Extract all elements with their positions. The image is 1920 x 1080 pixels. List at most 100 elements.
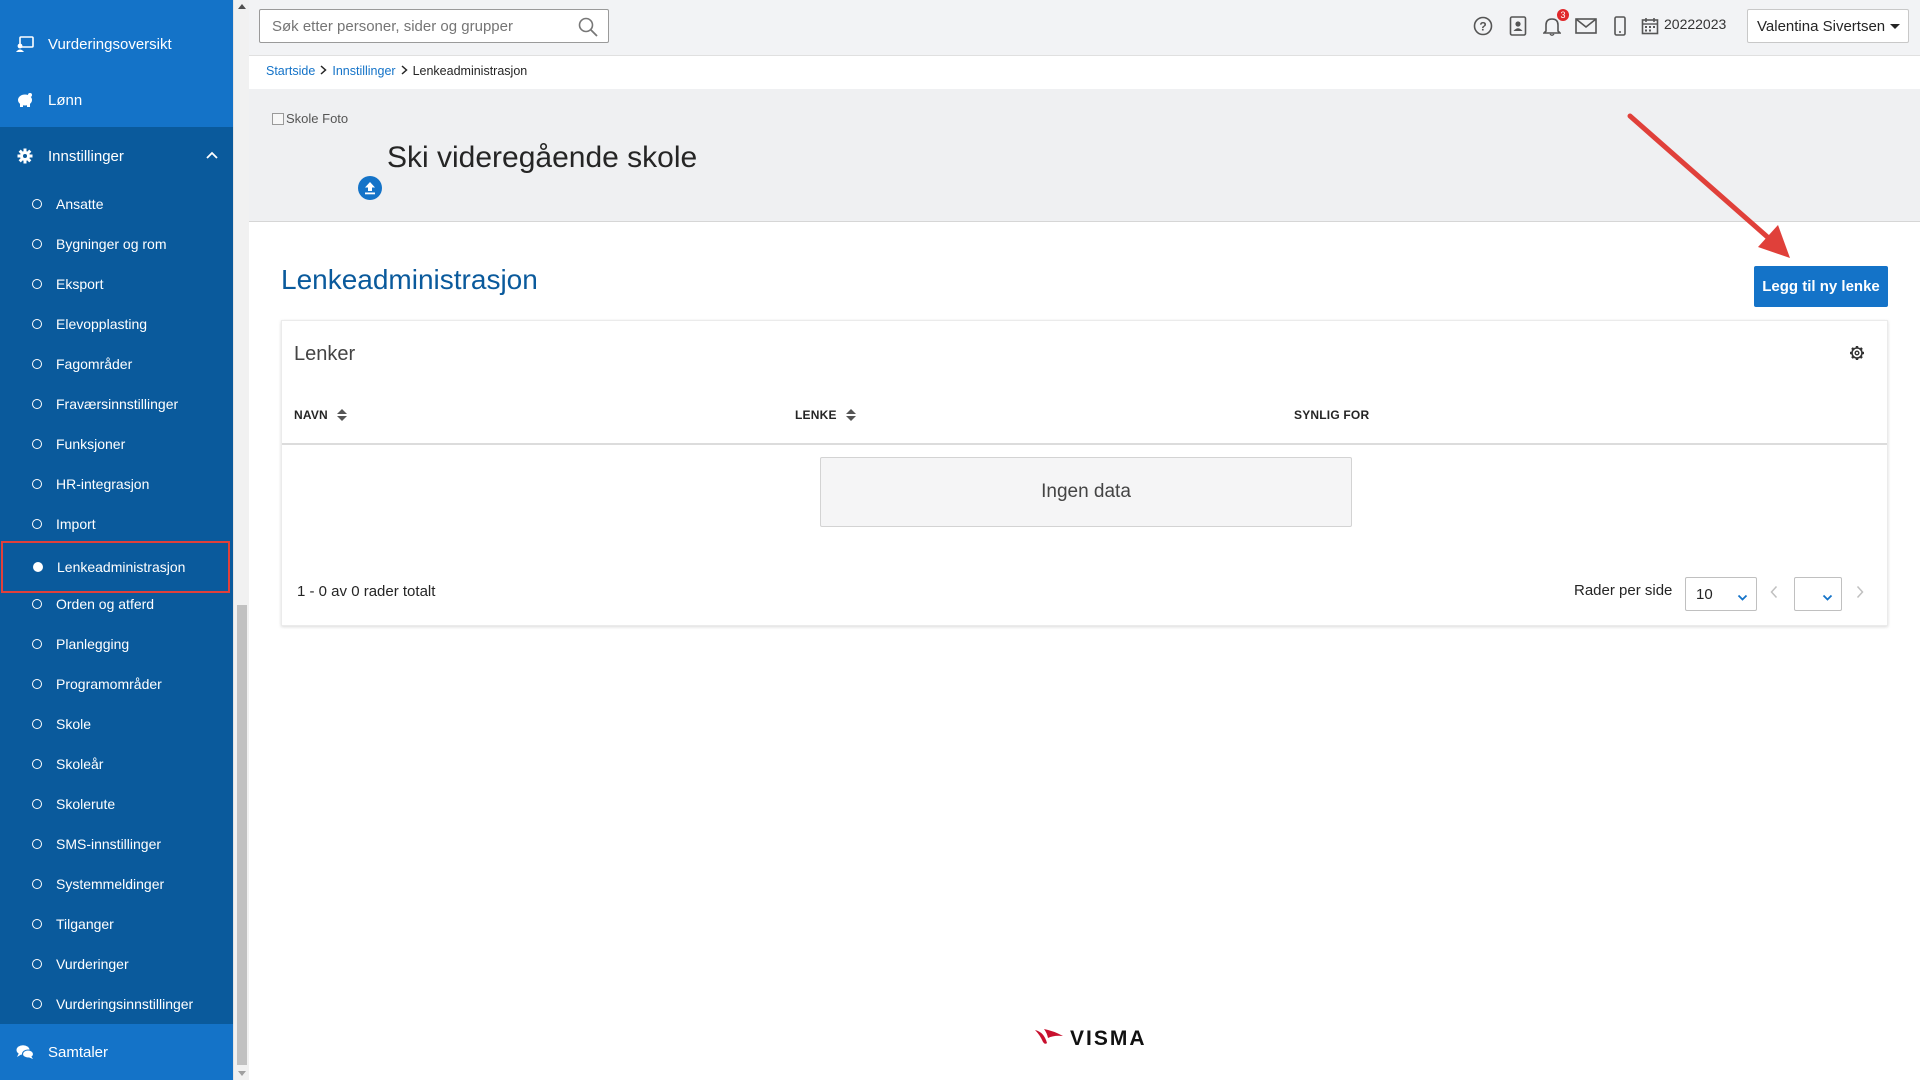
radio-dot-icon: [32, 999, 42, 1009]
sidebar-item-skolear[interactable]: Skoleår: [0, 744, 233, 784]
sidebar-item-label: Vurderingsoversikt: [48, 35, 172, 53]
sidebar-item-skole[interactable]: Skole: [0, 704, 233, 744]
column-header-label: SYNLIG FOR: [1294, 408, 1370, 422]
gear-icon[interactable]: [1849, 345, 1865, 366]
scroll-up-arrow-icon[interactable]: [238, 4, 246, 9]
upload-icon[interactable]: [358, 176, 382, 200]
radio-dot-icon: [32, 679, 42, 689]
next-page-icon[interactable]: [1856, 585, 1864, 604]
sidebar-scrollbar[interactable]: [233, 0, 249, 1080]
column-header-lenke[interactable]: LENKE: [795, 408, 856, 422]
panel-title: Lenker: [294, 343, 356, 365]
sidebar-item-systemmeldinger[interactable]: Systemmeldinger: [0, 864, 233, 904]
radio-dot-icon: [32, 959, 42, 969]
sidebar-item-label: Vurderinger: [56, 956, 129, 972]
school-photo-alt: Skole Foto: [286, 111, 349, 126]
sidebar-item-import[interactable]: Import: [0, 504, 233, 544]
chevron-down-icon: [1822, 589, 1833, 606]
sidebar-item-label: Funksjoner: [56, 436, 126, 452]
sidebar-item-label: Skoleår: [56, 756, 104, 772]
breadcrumb-home-link[interactable]: Startside: [266, 64, 315, 78]
radio-dot-icon: [32, 599, 42, 609]
radio-dot-icon: [32, 439, 42, 449]
chevron-down-icon: [1737, 589, 1748, 606]
column-header-navn[interactable]: NAVN: [294, 408, 347, 422]
sidebar-item-label: Fraværsinnstillinger: [56, 396, 179, 412]
sidebar-item-vurderingsinnstillinger[interactable]: Vurderingsinnstillinger: [0, 984, 233, 1024]
page-select[interactable]: [1794, 577, 1842, 611]
sidebar-item-label: Import: [56, 516, 96, 532]
sidebar-item-samtaler[interactable]: Samtaler: [0, 1024, 233, 1080]
sidebar-item-tilganger[interactable]: Tilganger: [0, 904, 233, 944]
sidebar-item-funksjoner[interactable]: Funksjoner: [0, 424, 233, 464]
sidebar-item-label: Lønn: [48, 91, 83, 109]
visma-logo: VISMA: [1034, 1026, 1147, 1051]
sidebar-item-planlegging[interactable]: Planlegging: [0, 624, 233, 664]
calendar-icon[interactable]: [1639, 15, 1661, 37]
sidebar-item-bygninger-og-rom[interactable]: Bygninger og rom: [0, 224, 233, 264]
sidebar-item-sms-innstillinger[interactable]: SMS-innstillinger: [0, 824, 233, 864]
sidebar-item-vurderingsoversikt[interactable]: Vurderingsoversikt: [0, 16, 233, 72]
sort-icon: [336, 409, 347, 421]
contact-card-icon[interactable]: [1507, 15, 1529, 37]
radio-dot-icon: [32, 519, 42, 529]
search-input[interactable]: [260, 10, 560, 42]
sidebar-item-ansatte[interactable]: Ansatte: [0, 184, 233, 224]
school-year-selector[interactable]: 20222023: [1664, 16, 1726, 32]
radio-dot-icon: [32, 639, 42, 649]
breadcrumb-parent-link[interactable]: Innstillinger: [332, 64, 395, 78]
sidebar-item-vurderinger[interactable]: Vurderinger: [0, 944, 233, 984]
scroll-down-arrow-icon[interactable]: [238, 1071, 246, 1076]
annotation-arrow-icon: [1627, 113, 1790, 258]
radio-dot-icon: [32, 479, 42, 489]
search-icon[interactable]: [578, 17, 598, 42]
sidebar-item-innstillinger[interactable]: Innstillinger: [0, 128, 233, 184]
sidebar-item-label: Systemmeldinger: [56, 876, 165, 892]
sidebar-item-fagomrader[interactable]: Fagområder: [0, 344, 233, 384]
school-name: Ski videregående skole: [387, 141, 698, 174]
breadcrumb: Startside Innstillinger Lenkeadministras…: [266, 64, 527, 78]
sidebar-item-label: Fagområder: [56, 356, 133, 372]
sidebar-item-label: Skole: [56, 716, 92, 732]
mobile-phone-icon[interactable]: [1609, 15, 1631, 37]
radio-dot-icon: [32, 799, 42, 809]
assessment-icon: [16, 35, 34, 53]
radio-dot-icon: [32, 279, 42, 289]
sidebar-item-label: Skolerute: [56, 796, 116, 812]
sidebar-item-label: Tilganger: [56, 916, 114, 932]
sidebar-item-elevopplasting[interactable]: Elevopplasting: [0, 304, 233, 344]
previous-page-icon[interactable]: [1770, 585, 1778, 604]
gear-icon: [16, 147, 34, 165]
sidebar: Vurderingsoversikt Lønn Innstillinger An…: [0, 0, 233, 1080]
notification-badge: 3: [1557, 9, 1569, 21]
help-icon[interactable]: ?: [1472, 15, 1494, 37]
user-menu-button[interactable]: Valentina Sivertsen: [1747, 9, 1909, 43]
mail-icon[interactable]: [1575, 15, 1597, 37]
sidebar-item-hr-integrasjon[interactable]: HR-integrasjon: [0, 464, 233, 504]
radio-dot-icon: [32, 359, 42, 369]
sidebar-item-programomrader[interactable]: Programområder: [0, 664, 233, 704]
add-link-button[interactable]: Legg til ny lenke: [1754, 266, 1888, 307]
caret-down-icon: [1890, 23, 1901, 29]
radio-dot-icon: [32, 759, 42, 769]
rows-total-text: 1 - 0 av 0 rader totalt: [297, 583, 436, 600]
sidebar-item-eksport[interactable]: Eksport: [0, 264, 233, 304]
sidebar-item-fravaersinnstillinger[interactable]: Fraværsinnstillinger: [0, 384, 233, 424]
sidebar-item-label: Ansatte: [56, 196, 104, 212]
scrollbar-thumb[interactable]: [237, 605, 247, 1065]
notification-bell-icon[interactable]: 3: [1541, 9, 1569, 37]
sort-icon: [845, 409, 856, 421]
rows-per-page-select[interactable]: 10: [1685, 577, 1757, 611]
sidebar-item-label: Elevopplasting: [56, 316, 148, 332]
links-panel: Lenker NAVN LENKE SYNLIG FOR Ingen data …: [281, 320, 1888, 626]
rows-per-page-label: Rader per side: [1574, 582, 1673, 599]
radio-dot-icon: [32, 879, 42, 889]
sidebar-item-label: HR-integrasjon: [56, 476, 150, 492]
chevron-up-icon[interactable]: [205, 147, 219, 164]
sidebar-item-skolerute[interactable]: Skolerute: [0, 784, 233, 824]
sidebar-item-orden-og-atferd[interactable]: Orden og atferd: [0, 584, 233, 624]
column-header-synlig-for: SYNLIG FOR: [1294, 408, 1369, 422]
school-photo: Skole Foto: [272, 111, 348, 126]
sidebar-item-lonn[interactable]: Lønn: [0, 72, 233, 128]
radio-dot-icon: [32, 199, 42, 209]
